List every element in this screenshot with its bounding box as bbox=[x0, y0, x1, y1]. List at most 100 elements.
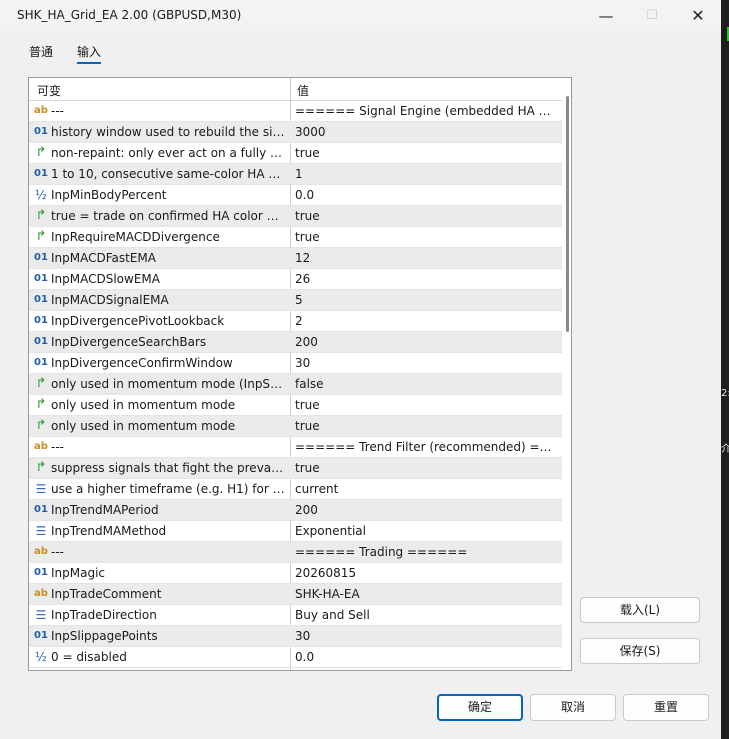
parameter-value[interactable]: false bbox=[295, 377, 557, 391]
parameter-value[interactable]: 26 bbox=[295, 272, 557, 286]
parameter-value[interactable]: true bbox=[295, 146, 557, 160]
parameter-value[interactable]: true bbox=[295, 461, 557, 475]
maximize-icon: ☐ bbox=[646, 8, 658, 23]
parameter-name: InpRequireMACDDivergence bbox=[51, 230, 220, 244]
table-row[interactable]: ☰ InpTrendMAMethod Exponential bbox=[29, 521, 562, 542]
vertical-scrollbar[interactable] bbox=[563, 78, 571, 670]
table-row[interactable]: ↱ only used in momentum mode (InpSig... fa… bbox=[29, 374, 562, 395]
table-row[interactable]: ↱ true = trade on confirmed HA color fli.… bbox=[29, 206, 562, 227]
parameter-value[interactable]: current bbox=[295, 482, 557, 496]
parameter-name: InpDivergenceConfirmWindow bbox=[51, 356, 233, 370]
parameter-value[interactable]: Exponential bbox=[295, 524, 557, 538]
parameter-value[interactable]: 12 bbox=[295, 251, 557, 265]
table-row[interactable]: 01 1 to 10, consecutive same-color HA ca.… bbox=[29, 164, 562, 185]
table-row[interactable]: 01 InpSlippagePoints 30 bbox=[29, 626, 562, 647]
table-row[interactable]: ½ InpMinBodyPercent 0.0 bbox=[29, 185, 562, 206]
parameter-name: --- bbox=[51, 104, 64, 118]
parameter-value[interactable]: Buy and Sell bbox=[295, 608, 557, 622]
table-row[interactable]: ab InpTradeComment SHK-HA-EA bbox=[29, 584, 562, 605]
parameter-name: 1 to 10, consecutive same-color HA ca... bbox=[51, 167, 285, 181]
parameter-value[interactable]: 2 bbox=[295, 314, 557, 328]
boolean-type-icon: ↱ bbox=[35, 418, 47, 433]
background-chart-edge: 2:2 介 bbox=[721, 0, 729, 739]
parameter-value[interactable]: true bbox=[295, 230, 557, 244]
parameter-value[interactable]: ====== Trading ====== bbox=[295, 545, 557, 559]
parameter-name: --- bbox=[51, 440, 64, 454]
parameter-value[interactable]: 200 bbox=[295, 503, 557, 517]
tab-common[interactable]: 普通 bbox=[29, 43, 53, 60]
scrollbar-thumb[interactable] bbox=[566, 96, 569, 332]
parameter-value[interactable]: SHK-HA-EA bbox=[295, 587, 557, 601]
table-row[interactable]: 01 InpMagic 20260815 bbox=[29, 563, 562, 584]
cancel-button[interactable]: 取消 bbox=[530, 694, 616, 721]
parameter-name: only used in momentum mode bbox=[51, 398, 236, 412]
parameter-name: history window used to rebuild the sig..… bbox=[51, 125, 285, 139]
parameter-value[interactable]: 0.0 bbox=[295, 188, 557, 202]
parameter-value[interactable]: ====== Signal Engine (embedded HA +... bbox=[295, 104, 557, 118]
parameter-value[interactable]: true bbox=[295, 398, 557, 412]
boolean-type-icon: ↱ bbox=[35, 229, 47, 244]
table-row[interactable]: ☰ InpTradeDirection Buy and Sell bbox=[29, 605, 562, 626]
table-row[interactable]: 01 InpTrendMAPeriod 200 bbox=[29, 500, 562, 521]
close-icon[interactable]: ✕ bbox=[675, 0, 721, 31]
table-row[interactable]: ↱ only used in momentum mode true bbox=[29, 416, 562, 437]
load-button[interactable]: 载入(L) bbox=[580, 597, 700, 623]
parameter-value[interactable]: 20260815 bbox=[295, 566, 557, 580]
save-button[interactable]: 保存(S) bbox=[580, 638, 700, 664]
parameter-value[interactable]: ====== Trend Filter (recommended) ==... bbox=[295, 440, 557, 454]
parameter-value[interactable]: 200 bbox=[295, 335, 557, 349]
parameter-value[interactable]: 30 bbox=[295, 629, 557, 643]
table-row[interactable]: 01 InpMACDSignalEMA 5 bbox=[29, 290, 562, 311]
parameter-value[interactable]: true bbox=[295, 419, 557, 433]
parameter-name: suppress signals that fight the prevaili… bbox=[51, 461, 285, 475]
reset-button[interactable]: 重置 bbox=[623, 694, 709, 721]
table-row[interactable]: 01 InpDivergencePivotLookback 2 bbox=[29, 311, 562, 332]
parameter-name: --- bbox=[51, 545, 64, 559]
table-row[interactable]: ab --- ====== Trend Filter (recommended) =… bbox=[29, 437, 562, 458]
table-row[interactable]: 01 InpDivergenceSearchBars 200 bbox=[29, 332, 562, 353]
table-row[interactable]: ↱ suppress signals that fight the prevail… bbox=[29, 458, 562, 479]
parameter-value[interactable]: 30 bbox=[295, 356, 557, 370]
tab-inputs[interactable]: 输入 bbox=[77, 43, 101, 60]
parameters-table: 可变 值 ab --- ====== Signal Engine (embedded… bbox=[28, 77, 572, 671]
integer-type-icon: 01 bbox=[34, 336, 48, 347]
parameter-value[interactable]: 3000 bbox=[295, 125, 557, 139]
column-header-variable[interactable]: 可变 bbox=[37, 82, 61, 99]
integer-type-icon: 01 bbox=[34, 357, 48, 368]
integer-type-icon: 01 bbox=[34, 252, 48, 263]
parameter-value[interactable]: 0.0 bbox=[295, 650, 557, 664]
integer-type-icon: 01 bbox=[34, 315, 48, 326]
table-row[interactable]: 01 InpDivergenceConfirmWindow 30 bbox=[29, 353, 562, 374]
integer-type-icon: 01 bbox=[34, 168, 48, 179]
table-row[interactable]: ☰ use a higher timeframe (e.g. H1) for a … bbox=[29, 479, 562, 500]
string-type-icon: ab bbox=[34, 588, 48, 599]
minimize-icon[interactable]: — bbox=[583, 0, 629, 31]
boolean-type-icon: ↱ bbox=[35, 397, 47, 412]
background-text: 介 bbox=[721, 444, 729, 455]
double-type-icon: ½ bbox=[35, 188, 47, 202]
parameter-value[interactable]: 5 bbox=[295, 293, 557, 307]
column-header-value[interactable]: 值 bbox=[297, 82, 309, 99]
boolean-type-icon: ↱ bbox=[35, 376, 47, 391]
parameter-name: InpDivergenceSearchBars bbox=[51, 335, 207, 349]
table-row[interactable]: ↱ InpRequireMACDDivergence true bbox=[29, 227, 562, 248]
table-row[interactable]: ½ 0 = disabled 0.0 bbox=[29, 647, 562, 668]
table-row[interactable]: 01 InpMACDSlowEMA 26 bbox=[29, 269, 562, 290]
parameter-name: InpDivergencePivotLookback bbox=[51, 314, 225, 328]
parameter-name: only used in momentum mode bbox=[51, 419, 236, 433]
table-row[interactable]: ab --- ====== Signal Engine (embedded HA +… bbox=[29, 101, 562, 122]
parameter-value[interactable]: true bbox=[295, 209, 557, 223]
ok-button[interactable]: 确定 bbox=[437, 694, 523, 721]
table-row[interactable]: ↱ only used in momentum mode true bbox=[29, 395, 562, 416]
table-row[interactable]: ↱ non-repaint: only ever act on a fully c… bbox=[29, 143, 562, 164]
parameter-name: InpMACDFastEMA bbox=[51, 251, 156, 265]
table-row[interactable]: 01 history window used to rebuild the sig… bbox=[29, 122, 562, 143]
window-title: SHK_HA_Grid_EA 2.00 (GBPUSD,M30) bbox=[17, 8, 242, 22]
title-bar[interactable]: SHK_HA_Grid_EA 2.00 (GBPUSD,M30) — ☐ ✕ bbox=[0, 0, 721, 31]
parameter-name: InpTrendMAMethod bbox=[51, 524, 167, 538]
table-row[interactable]: 01 InpMACDFastEMA 12 bbox=[29, 248, 562, 269]
table-row[interactable]: ab --- ====== Trading ====== bbox=[29, 542, 562, 563]
parameter-value[interactable]: 1 bbox=[295, 167, 557, 181]
integer-type-icon: 01 bbox=[34, 126, 48, 137]
table-header: 可变 值 bbox=[29, 78, 562, 101]
